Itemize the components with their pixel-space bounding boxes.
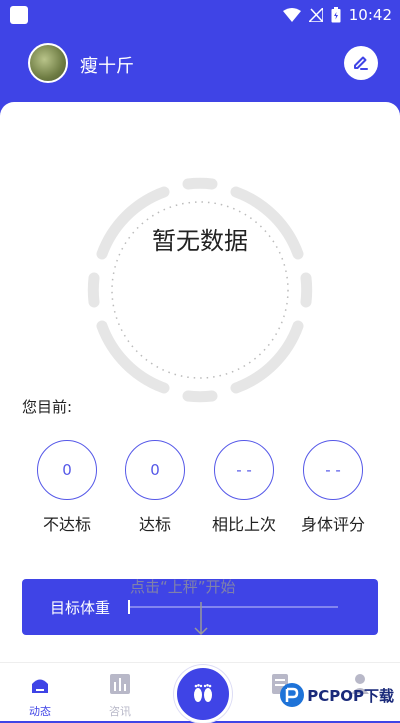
current-status-label: 您目前: <box>22 398 73 416</box>
chart-icon <box>110 674 130 694</box>
stat-circle-standard: 0 <box>125 440 185 500</box>
signal-icon <box>308 8 323 22</box>
weigh-button[interactable] <box>174 665 232 723</box>
stat-circle-compare-last: - - <box>214 440 274 500</box>
no-data-text: 暂无数据 <box>152 227 248 255</box>
footprints-icon <box>194 684 212 702</box>
stat-label-standard: 达标 <box>138 515 171 534</box>
notification-icon <box>10 6 28 24</box>
battery-icon <box>331 7 341 23</box>
status-bar: 10:42 <box>0 0 400 30</box>
weight-gauge <box>87 177 313 403</box>
nav-item-dynamics[interactable]: 动态 <box>10 673 70 719</box>
stat-circle-below-standard: 0 <box>37 440 97 500</box>
nav-label-news: 咨讯 <box>109 705 131 718</box>
arrow-down-icon <box>194 602 208 636</box>
clock: 10:42 <box>348 6 392 24</box>
wifi-icon <box>282 8 301 22</box>
edit-button[interactable] <box>344 46 378 80</box>
stat-circle-body-score: - - <box>303 440 363 500</box>
target-weight-label: 目标体重 <box>50 599 111 617</box>
username: 瘦十斤 <box>80 56 134 77</box>
start-hint: 点击“上秤”开始 <box>130 578 236 596</box>
watermark: PCPOP下载 <box>279 682 394 708</box>
stat-label-compare-last: 相比上次 <box>211 515 276 534</box>
nav-label-dynamics: 动态 <box>29 705 51 718</box>
watermark-text: PCPOP下载 <box>307 686 394 705</box>
nav-item-news[interactable]: 咨讯 <box>90 673 150 719</box>
stat-label-body-score: 身体评分 <box>300 515 365 534</box>
stat-label-below-standard: 不达标 <box>42 515 91 534</box>
target-weight-slider[interactable] <box>128 600 130 614</box>
home-icon <box>32 679 48 693</box>
pencil-icon <box>354 56 368 70</box>
avatar[interactable] <box>28 43 68 83</box>
pcpop-logo-icon <box>280 683 305 707</box>
target-weight-track <box>128 606 338 608</box>
